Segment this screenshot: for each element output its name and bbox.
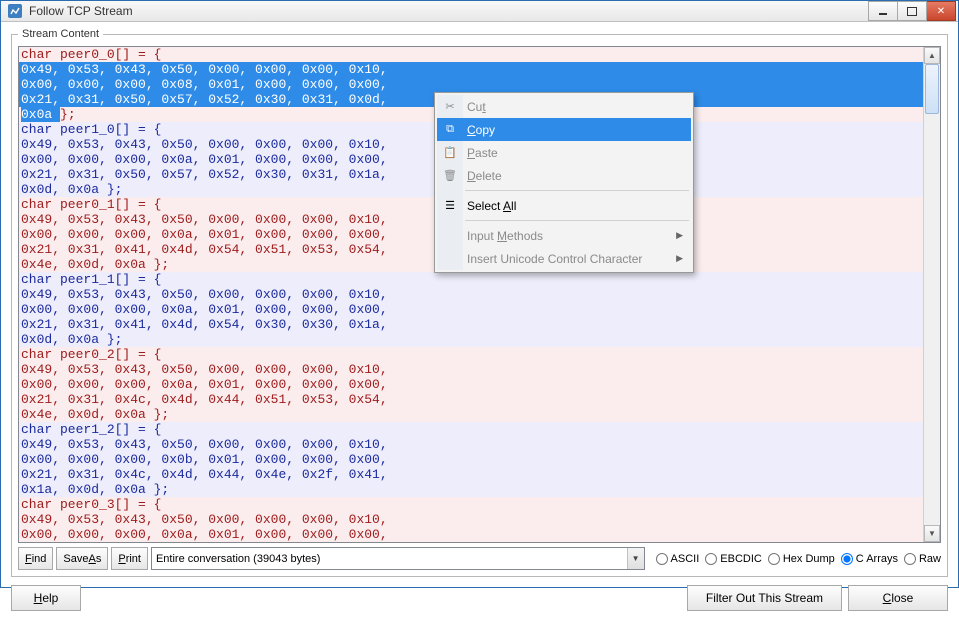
help-button[interactable]: Help — [11, 585, 81, 611]
copy-icon: ⧉ — [442, 122, 458, 138]
close-dialog-button[interactable]: Close — [848, 585, 948, 611]
scroll-thumb[interactable] — [925, 64, 939, 114]
ctx-insert-unicode[interactable]: Insert Unicode Control Character ▶ — [437, 247, 691, 270]
titlebar: Follow TCP Stream — [1, 1, 958, 22]
ctx-paste[interactable]: 📋 Paste — [437, 141, 691, 164]
app-icon — [7, 3, 23, 19]
window-title: Follow TCP Stream — [29, 4, 869, 18]
conversation-combo-text: Entire conversation (39043 bytes) — [156, 553, 320, 565]
vertical-scrollbar[interactable]: ▲ ▼ — [923, 47, 940, 542]
chevron-right-icon: ▶ — [676, 230, 683, 241]
radio-raw[interactable]: Raw — [904, 553, 941, 565]
select-all-icon: ☰ — [442, 198, 458, 214]
toolbar-row: Find Save As Print Entire conversation (… — [18, 547, 941, 570]
ctx-separator-1 — [465, 190, 689, 191]
scroll-up-button[interactable]: ▲ — [924, 47, 940, 64]
client-area: Stream Content char peer0_0[] = {0x49, 0… — [1, 22, 958, 621]
cut-icon: ✂ — [442, 99, 458, 115]
window-controls — [869, 1, 956, 21]
bottom-row: Help Filter Out This Stream Close — [11, 583, 948, 611]
conversation-combo[interactable]: Entire conversation (39043 bytes) ▼ — [151, 547, 645, 570]
print-button[interactable]: Print — [111, 547, 148, 570]
chevron-down-icon: ▼ — [627, 548, 644, 569]
close-button[interactable] — [926, 1, 956, 21]
ctx-input-methods[interactable]: Input Methods ▶ — [437, 224, 691, 247]
radio-hexdump[interactable]: Hex Dump — [768, 553, 835, 565]
radio-carrays[interactable]: C Arrays — [841, 553, 898, 565]
scroll-down-button[interactable]: ▼ — [924, 525, 940, 542]
context-menu: ✂ Cut ⧉ Copy 📋 Paste 🗑 Delete ☰ Select A… — [434, 92, 694, 273]
find-button[interactable]: Find — [18, 547, 53, 570]
filter-out-button[interactable]: Filter Out This Stream — [687, 585, 842, 611]
maximize-button[interactable] — [897, 1, 927, 21]
scroll-track[interactable] — [924, 64, 940, 525]
chevron-right-icon: ▶ — [676, 253, 683, 264]
save-as-button[interactable]: Save As — [56, 547, 108, 570]
format-radio-group: ASCII EBCDIC Hex Dump C Arrays Raw — [648, 553, 941, 565]
minimize-button[interactable] — [868, 1, 898, 21]
window: Follow TCP Stream Stream Content char pe… — [0, 0, 959, 588]
ctx-copy[interactable]: ⧉ Copy — [437, 118, 691, 141]
radio-ascii[interactable]: ASCII — [656, 553, 700, 565]
ctx-cut[interactable]: ✂ Cut — [437, 95, 691, 118]
ctx-delete[interactable]: 🗑 Delete — [437, 164, 691, 187]
ctx-separator-2 — [465, 220, 689, 221]
ctx-select-all[interactable]: ☰ Select All — [437, 194, 691, 217]
delete-icon: 🗑 — [442, 168, 458, 184]
paste-icon: 📋 — [442, 145, 458, 161]
stream-content-legend: Stream Content — [18, 28, 103, 40]
radio-ebcdic[interactable]: EBCDIC — [705, 553, 762, 565]
